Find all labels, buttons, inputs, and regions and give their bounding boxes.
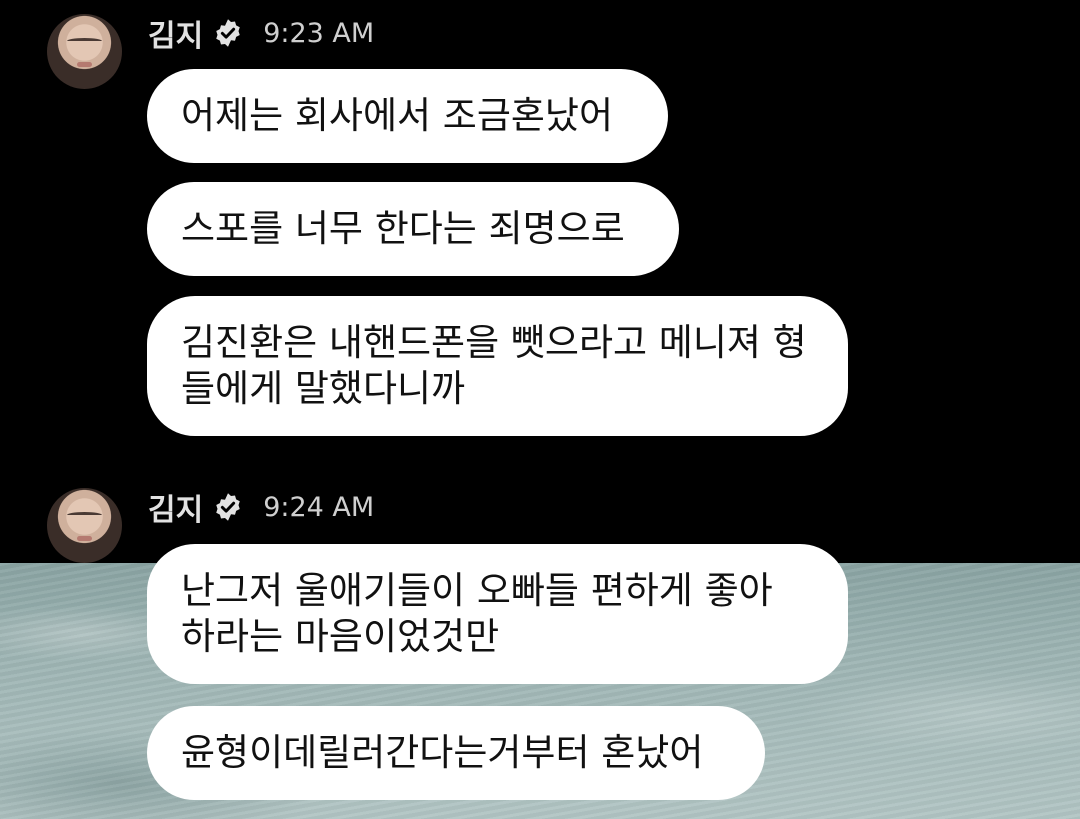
verified-badge-icon <box>216 19 240 47</box>
timestamp: 9:24 AM <box>263 491 375 523</box>
message-bubble[interactable]: 난그저 울애기들이 오빠들 편하게 좋아 하라는 마음이었것만 <box>147 544 848 684</box>
avatar[interactable] <box>47 14 122 89</box>
timestamp: 9:23 AM <box>263 17 375 49</box>
sender-name[interactable]: 김지 <box>148 485 203 529</box>
message-group-1: 김지 9:23 AM 어제는 회사에서 조금혼났어 스포를 너무 한다는 죄명으… <box>0 0 1080 460</box>
avatar[interactable] <box>47 488 122 563</box>
sender-name[interactable]: 김지 <box>148 11 203 55</box>
message-header: 김지 9:23 AM <box>148 11 375 55</box>
avatar-mouth <box>77 536 92 541</box>
avatar-eyes <box>67 512 102 518</box>
message-bubble[interactable]: 스포를 너무 한다는 죄명으로 <box>147 182 679 276</box>
message-bubble[interactable]: 김진환은 내핸드폰을 뺏으라고 메니져 형들에게 말했다니까 <box>147 296 848 436</box>
message-header: 김지 9:24 AM <box>148 485 375 529</box>
avatar-eyes <box>67 38 102 44</box>
avatar-mouth <box>77 62 92 67</box>
message-bubble[interactable]: 어제는 회사에서 조금혼났어 <box>147 69 668 163</box>
verified-badge-icon <box>216 493 240 521</box>
message-bubble[interactable]: 윤형이데릴러간다는거부터 혼났어 <box>147 706 765 800</box>
message-group-2: 김지 9:24 AM 난그저 울애기들이 오빠들 편하게 좋아 하라는 마음이었… <box>0 474 1080 819</box>
